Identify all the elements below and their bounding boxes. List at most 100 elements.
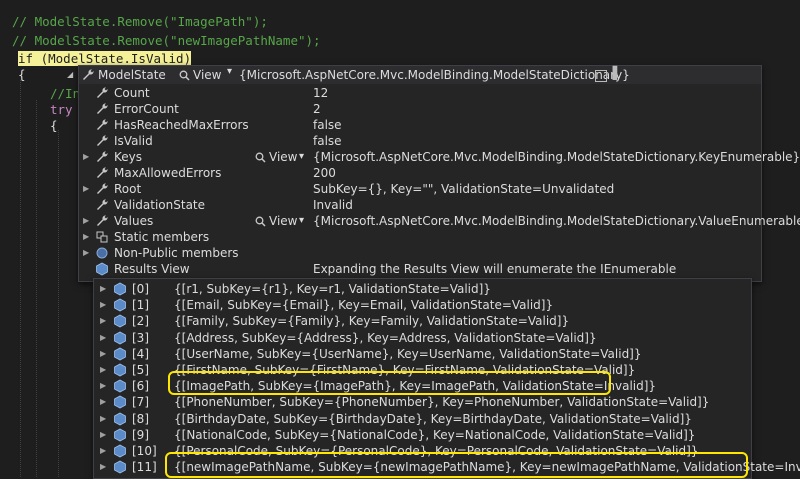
expand-arrow-icon[interactable]: ▶ bbox=[83, 229, 91, 245]
expand-arrow-icon[interactable]: ▶ bbox=[100, 281, 108, 297]
cube-icon bbox=[114, 347, 126, 361]
member-row[interactable]: MaxAllowedErrors 200 bbox=[79, 165, 761, 181]
member-name: ErrorCount bbox=[114, 102, 179, 116]
result-value: {[NationalCode, SubKey={NationalCode}, K… bbox=[174, 427, 696, 442]
expand-arrow-icon[interactable]: ▶ bbox=[100, 394, 108, 410]
expand-arrow-icon[interactable]: ▶ bbox=[100, 411, 108, 427]
expand-arrow-icon[interactable]: ▶ bbox=[83, 213, 91, 229]
wrench-icon bbox=[97, 103, 108, 114]
member-name: ValidationState bbox=[114, 198, 206, 212]
result-value: {[Address, SubKey={Address}, Key=Address… bbox=[174, 330, 597, 345]
expand-arrow-icon[interactable]: ▶ bbox=[100, 346, 108, 362]
result-row[interactable]: ▶ [7] {[PhoneNumber, SubKey={PhoneNumber},… bbox=[94, 394, 751, 410]
result-index: [2] bbox=[132, 314, 149, 329]
member-row[interactable]: ▶ Values View ▾ {Microsoft.AspNetCore.Mvc.Mo… bbox=[79, 213, 800, 229]
member-value: 12 bbox=[313, 86, 329, 100]
member-value: 2 bbox=[313, 102, 321, 116]
indent-guide bbox=[36, 100, 38, 477]
cube-icon bbox=[114, 428, 126, 442]
cube-icon bbox=[114, 363, 126, 377]
member-name: Keys bbox=[114, 150, 143, 164]
result-value: {[PhoneNumber, SubKey={PhoneNumber}, Key… bbox=[174, 395, 710, 410]
cube-icon bbox=[114, 314, 126, 328]
expand-arrow-icon[interactable]: ▶ bbox=[83, 181, 91, 197]
view-button[interactable]: View bbox=[193, 68, 221, 82]
expand-arrow-icon[interactable]: ▶ bbox=[83, 245, 91, 261]
cube-icon bbox=[114, 395, 126, 409]
cube-icon bbox=[114, 331, 126, 345]
result-value: {[UserName, SubKey={UserName}, Key=UserN… bbox=[174, 346, 642, 361]
wrench-icon bbox=[97, 215, 108, 226]
result-row[interactable]: ▶ [0] {[r1, SubKey={r1}, Key=r1, Validatio… bbox=[94, 281, 751, 297]
code-brace-inner: { bbox=[50, 118, 58, 133]
wrench-icon bbox=[97, 119, 108, 130]
result-index: [11] bbox=[132, 460, 157, 475]
result-value: {[r1, SubKey={r1}, Key=r1, ValidationSta… bbox=[174, 282, 491, 296]
member-value: Expanding the Results View will enumerat… bbox=[313, 262, 677, 276]
result-index: [9] bbox=[132, 427, 149, 442]
result-row[interactable]: ▶ [1] {[Email, SubKey={Email}, Key=Email, … bbox=[94, 297, 751, 313]
datatip-value[interactable]: {Microsoft.AspNetCore.Mvc.ModelBinding.M… bbox=[239, 68, 630, 82]
magnifier-icon[interactable] bbox=[255, 152, 266, 163]
member-row[interactable]: Results View Expanding the Results View w… bbox=[79, 261, 761, 277]
result-row[interactable]: ▶ [8] {[BirthdayDate, SubKey={BirthdayDate… bbox=[94, 411, 751, 427]
static-members-icon bbox=[96, 231, 108, 243]
code-line-2[interactable]: // ModelState.Remove("newImagePathName")… bbox=[12, 33, 321, 49]
member-row[interactable]: ▶ Keys View ▾ {Microsoft.AspNetCore.Mvc.Mode… bbox=[79, 149, 800, 165]
wrench-icon bbox=[97, 167, 108, 178]
highlight-box-imagepath bbox=[168, 371, 611, 395]
view-button[interactable]: View bbox=[269, 149, 297, 165]
member-row[interactable]: ErrorCount 2 bbox=[79, 101, 761, 117]
member-name: Values bbox=[114, 214, 154, 228]
datatip-name: ModelState bbox=[98, 68, 166, 82]
member-value: {Microsoft.AspNetCore.Mvc.ModelBinding.M… bbox=[313, 150, 800, 164]
result-index: [3] bbox=[132, 330, 149, 345]
code-brace-open: { bbox=[18, 67, 26, 82]
wrench-icon bbox=[97, 183, 108, 194]
member-name: Results View bbox=[114, 262, 190, 276]
cube-icon bbox=[114, 412, 126, 426]
expand-arrow-icon[interactable]: ▶ bbox=[100, 297, 108, 313]
expand-arrow-icon[interactable]: ▶ bbox=[83, 149, 91, 165]
member-name: MaxAllowedErrors bbox=[114, 166, 222, 180]
chevron-down-icon[interactable]: ▾ bbox=[299, 149, 304, 165]
code-line-1[interactable]: // ModelState.Remove("ImagePath"); bbox=[12, 14, 268, 30]
expand-arrow-icon[interactable]: ▶ bbox=[100, 313, 108, 329]
member-value: 200 bbox=[313, 166, 336, 180]
expand-arrow-icon[interactable]: ▶ bbox=[100, 427, 108, 443]
result-row[interactable]: ▶ [4] {[UserName, SubKey={UserName}, Key=U… bbox=[94, 346, 751, 362]
datatip-panel: ◢ ModelState View ▾ {Microsoft.AspNetCor… bbox=[67, 65, 800, 282]
member-row[interactable]: ▶ Root SubKey={}, Key="", ValidationState=… bbox=[79, 181, 761, 197]
wrench-icon bbox=[97, 199, 108, 210]
member-row[interactable]: IsValid false bbox=[79, 133, 761, 149]
collapse-arrow-icon[interactable]: ◢ bbox=[67, 67, 75, 83]
result-row[interactable]: ▶ [2] {[Family, SubKey={Family}, Key=Famil… bbox=[94, 313, 751, 329]
code-try-keyword: try bbox=[50, 102, 73, 117]
wrench-icon bbox=[97, 151, 108, 162]
member-row[interactable]: ▶ Non-Public members bbox=[79, 245, 761, 261]
magnifier-icon[interactable] bbox=[179, 70, 190, 81]
indent-guide bbox=[58, 130, 60, 477]
wrench-icon bbox=[97, 135, 108, 146]
result-row[interactable]: ▶ [3] {[Address, SubKey={Address}, Key=Add… bbox=[94, 330, 751, 346]
magnifier-icon[interactable] bbox=[255, 216, 266, 227]
expand-arrow-icon[interactable]: ▶ bbox=[100, 459, 108, 475]
expand-arrow-icon[interactable]: ▶ bbox=[100, 330, 108, 346]
member-row[interactable]: HasReachedMaxErrors false bbox=[79, 117, 761, 133]
member-row[interactable]: ▶ Static members bbox=[79, 229, 761, 245]
member-row[interactable]: ValidationState Invalid bbox=[79, 197, 761, 213]
member-row[interactable]: Count 12 bbox=[79, 85, 761, 101]
pin-icon[interactable] bbox=[595, 70, 607, 82]
result-index: [1] bbox=[132, 298, 149, 313]
expand-arrow-icon[interactable]: ▶ bbox=[100, 362, 108, 378]
view-button[interactable]: View bbox=[269, 213, 297, 229]
chevron-down-icon[interactable]: ▾ bbox=[227, 66, 232, 77]
pin-handle-icon[interactable]: ▐ bbox=[608, 66, 617, 80]
member-name: Root bbox=[114, 182, 142, 196]
chevron-down-icon[interactable]: ▾ bbox=[299, 213, 304, 229]
expand-arrow-icon[interactable]: ▶ bbox=[100, 443, 108, 459]
expand-arrow-icon[interactable]: ▶ bbox=[100, 378, 108, 394]
member-name: Non-Public members bbox=[114, 246, 239, 260]
result-row[interactable]: ▶ [9] {[NationalCode, SubKey={NationalCode… bbox=[94, 427, 751, 443]
result-index: [8] bbox=[132, 411, 149, 426]
